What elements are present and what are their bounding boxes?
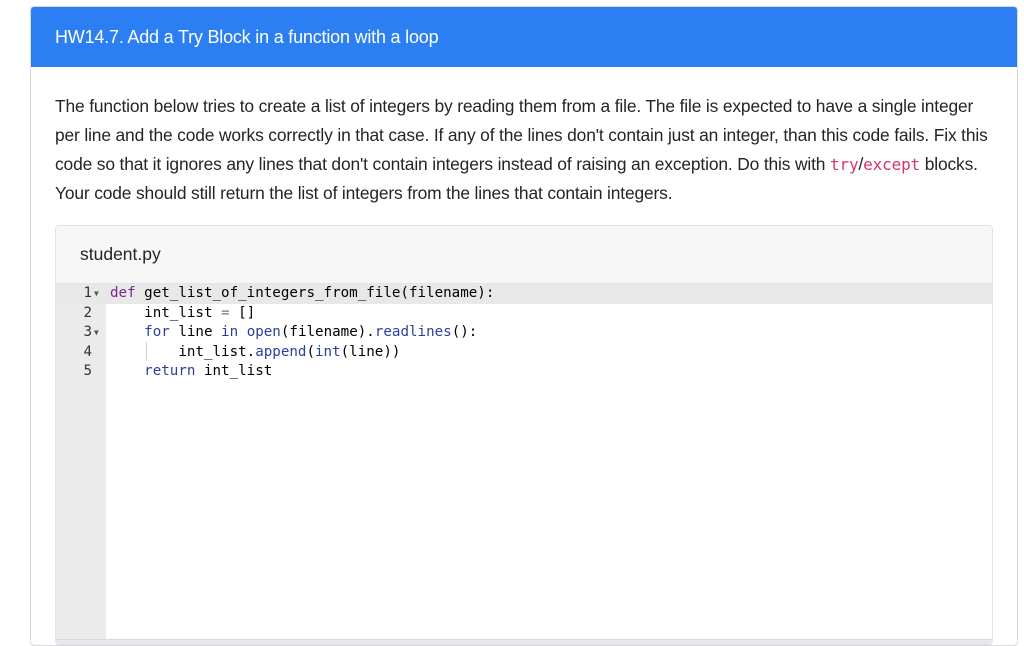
code-line-4[interactable]: 4 int_list.append(int(line)) <box>56 343 992 363</box>
line-number: 1 <box>83 285 92 301</box>
editor-filename: student.py <box>80 244 161 264</box>
line-number: 3 <box>83 324 92 340</box>
line-number: 2 <box>83 304 92 321</box>
editor-bottom-bar <box>56 639 992 644</box>
code-line-2[interactable]: 2 int_list = [] <box>56 304 992 324</box>
code-editor-card: student.py 1 ▼ def get_list_of_integers_… <box>55 225 993 645</box>
fold-arrow-icon[interactable]: ▼ <box>94 284 99 304</box>
code-text: def get_list_of_integers_from_file(filen… <box>110 285 495 301</box>
line-number: 5 <box>83 363 92 379</box>
code-line-1[interactable]: 1 ▼ def get_list_of_integers_from_file(f… <box>56 284 992 304</box>
line-number: 4 <box>83 343 92 360</box>
editor-header: student.py <box>56 226 992 284</box>
code-text: int_list = [] <box>144 304 256 321</box>
code-line-5[interactable]: 5 return int_list <box>56 362 992 382</box>
code-text: return int_list <box>144 363 273 379</box>
question-description: The function below tries to create a lis… <box>55 92 995 208</box>
fold-arrow-icon[interactable]: ▼ <box>94 323 99 343</box>
indent-guide <box>146 342 147 361</box>
question-header: HW14.7. Add a Try Block in a function wi… <box>31 7 1017 67</box>
inline-code-except: except <box>863 155 921 174</box>
question-title: HW14.7. Add a Try Block in a function wi… <box>55 26 439 47</box>
code-text: for line in open(filename).readlines(): <box>144 324 478 340</box>
code-line-3[interactable]: 3 ▼ for line in open(filename).readlines… <box>56 323 992 343</box>
code-text: int_list.append(int(line)) <box>178 343 401 360</box>
code-editor[interactable]: 1 ▼ def get_list_of_integers_from_file(f… <box>56 284 992 644</box>
question-card: HW14.7. Add a Try Block in a function wi… <box>30 6 1018 646</box>
inline-code-try: try <box>830 155 859 174</box>
